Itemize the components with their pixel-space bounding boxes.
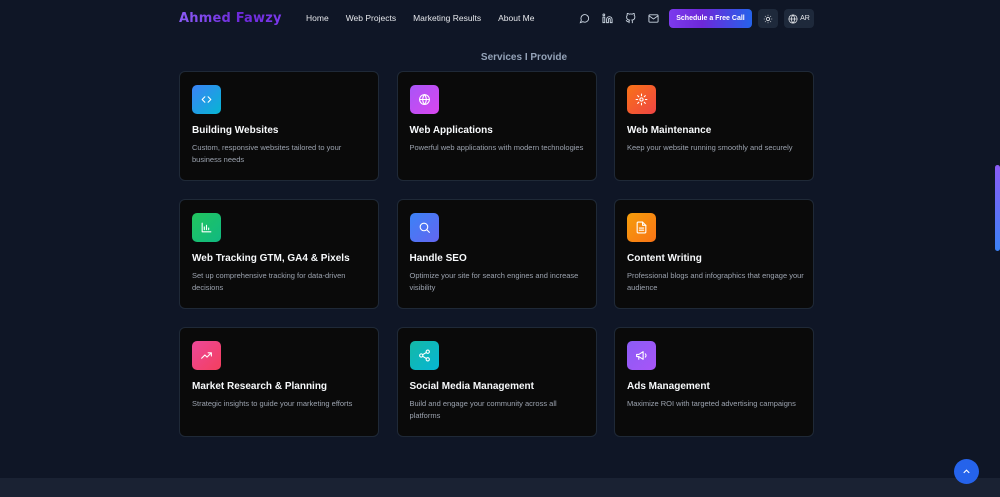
- service-card-market-research[interactable]: Market Research & Planning Strategic ins…: [179, 327, 379, 437]
- sun-icon: [763, 14, 773, 23]
- search-icon: [409, 213, 439, 242]
- linkedin-icon[interactable]: [600, 11, 615, 26]
- nav-home[interactable]: Home: [306, 13, 329, 23]
- service-title: Web Applications: [409, 125, 493, 136]
- service-title: Social Media Management: [409, 381, 534, 392]
- service-card-ads-management[interactable]: Ads Management Maximize ROI with targete…: [614, 327, 814, 437]
- service-title: Web Maintenance: [627, 125, 712, 136]
- site-header: Ahmed Fawzy Home Web Projects Marketing …: [0, 0, 1000, 38]
- code-icon: [192, 85, 221, 114]
- globe-icon: [409, 85, 439, 114]
- service-title: Building Websites: [192, 125, 279, 136]
- scroll-to-top-button[interactable]: [954, 459, 979, 484]
- service-card-web-maintenance[interactable]: Web Maintenance Keep your website runnin…: [614, 71, 814, 181]
- service-card-web-tracking[interactable]: Web Tracking GTM, GA4 & Pixels Set up co…: [179, 199, 379, 309]
- bar-chart-icon: [192, 213, 221, 242]
- service-description: Keep your website running smoothly and s…: [627, 143, 793, 152]
- service-description: Custom, responsive websites tailored to …: [192, 143, 342, 164]
- service-title: Web Tracking GTM, GA4 & Pixels: [192, 253, 350, 264]
- services-grid: Building Websites Custom, responsive web…: [179, 71, 814, 437]
- service-title: Handle SEO: [409, 253, 467, 264]
- social-links: [577, 11, 661, 26]
- share-icon: [409, 341, 439, 370]
- scrollbar-thumb[interactable]: [995, 165, 1000, 251]
- nav-marketing-results[interactable]: Marketing Results: [413, 13, 481, 23]
- service-description: Set up comprehensive tracking for data-d…: [192, 271, 346, 292]
- service-description: Maximize ROI with targeted advertising c…: [627, 399, 796, 408]
- service-card-building-websites[interactable]: Building Websites Custom, responsive web…: [179, 71, 379, 181]
- chevron-up-icon: [963, 469, 970, 474]
- trending-up-icon: [192, 341, 221, 370]
- megaphone-icon: [627, 341, 656, 370]
- service-card-web-applications[interactable]: Web Applications Powerful web applicatio…: [396, 71, 597, 181]
- services-title: Services I Provide: [480, 52, 568, 63]
- theme-toggle-button[interactable]: [758, 9, 778, 28]
- nav-about-me[interactable]: About Me: [498, 13, 534, 23]
- service-description: Build and engage your community across a…: [409, 399, 557, 420]
- service-description: Professional blogs and infographics that…: [627, 271, 804, 292]
- mail-icon[interactable]: [646, 11, 661, 26]
- service-description: Powerful web applications with modern te…: [409, 143, 584, 152]
- document-icon: [627, 213, 656, 242]
- gear-icon: [627, 85, 656, 114]
- language-toggle-button[interactable]: AR: [784, 9, 814, 28]
- github-icon[interactable]: [623, 11, 638, 26]
- service-description: Strategic insights to guide your marketi…: [192, 399, 353, 408]
- schedule-call-button[interactable]: Schedule a Free Call: [669, 9, 752, 28]
- brand-logo[interactable]: Ahmed Fawzy: [179, 11, 282, 26]
- whatsapp-icon[interactable]: [577, 11, 592, 26]
- globe-icon: [788, 13, 798, 24]
- main-nav: Home Web Projects Marketing Results Abou…: [306, 13, 552, 23]
- service-card-handle-seo[interactable]: Handle SEO Optimize your site for search…: [396, 199, 597, 309]
- service-title: Market Research & Planning: [192, 381, 328, 392]
- service-card-social-media[interactable]: Social Media Management Build and engage…: [396, 327, 597, 437]
- service-description: Optimize your site for search engines an…: [409, 271, 579, 292]
- service-title: Content Writing: [627, 253, 702, 264]
- language-label: AR: [800, 15, 810, 22]
- nav-web-projects[interactable]: Web Projects: [346, 13, 396, 23]
- footer-band: [0, 478, 1000, 497]
- service-card-content-writing[interactable]: Content Writing Professional blogs and i…: [614, 199, 814, 309]
- service-title: Ads Management: [627, 381, 710, 392]
